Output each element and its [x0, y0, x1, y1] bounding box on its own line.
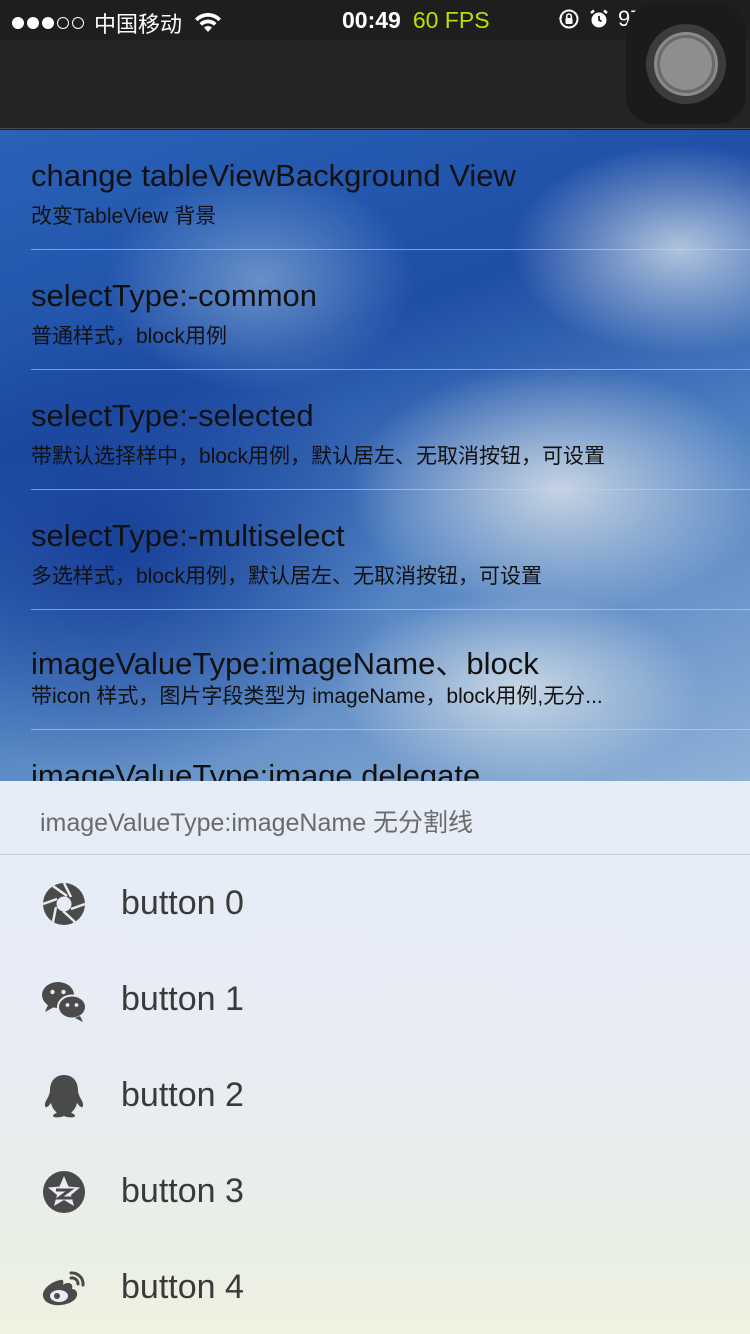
- qzone-icon: [43, 1171, 85, 1213]
- signal-dot: [72, 17, 84, 29]
- weibo-icon: [42, 1271, 85, 1306]
- clock: 00:49: [342, 7, 401, 33]
- action-sheet-button-2[interactable]: button 2: [0, 1048, 750, 1144]
- carrier-name: 中国移动: [94, 12, 183, 37]
- signal-dot: [42, 17, 54, 29]
- table-row[interactable]: selectType:-common 普通样式，block用例: [0, 250, 750, 370]
- wechat-icon: [42, 982, 87, 1022]
- table-row[interactable]: selectType:-multiselect 多选样式，block用例，默认居…: [0, 490, 750, 610]
- row-title: selectType:-multiselect: [31, 518, 345, 553]
- action-sheet-button-label: button 4: [121, 1268, 244, 1306]
- aperture-icon: [42, 882, 86, 925]
- row-title: change tableViewBackground View: [31, 158, 516, 193]
- signal-dot: [57, 17, 69, 29]
- row-subtitle: 改变TableView 背景: [31, 205, 217, 228]
- row-title: imageValueType:image delegate: [31, 758, 481, 781]
- table-view[interactable]: change tableViewBackground View 改变TableV…: [0, 130, 750, 781]
- action-sheet: imageValueType:imageName 无分割线 button 0 b…: [0, 781, 750, 1334]
- action-sheet-button-3[interactable]: button 3: [0, 1144, 750, 1240]
- signal-dot: [27, 17, 39, 29]
- signal-strength: [12, 17, 84, 29]
- row-subtitle: 带icon 样式，图片字段类型为 imageName，block用例,无分...: [31, 685, 603, 708]
- carrier-info: 中国移动: [12, 7, 222, 39]
- table-row[interactable]: change tableViewBackground View 改变TableV…: [0, 130, 750, 250]
- table-row[interactable]: imageValueType:image delegate: [0, 730, 750, 781]
- action-sheet-button-4[interactable]: button 4: [0, 1240, 750, 1334]
- row-subtitle: 普通样式，block用例: [31, 325, 228, 348]
- signal-dot: [12, 17, 24, 29]
- alarm-icon: [590, 9, 608, 28]
- fps-counter: 60 FPS: [412, 7, 490, 33]
- action-sheet-header: imageValueType:imageName 无分割线: [0, 781, 750, 855]
- action-sheet-button-0[interactable]: button 0: [0, 856, 750, 952]
- action-sheet-title: imageValueType:imageName 无分割线: [40, 809, 474, 837]
- wifi-icon: [195, 13, 222, 32]
- action-sheet-button-label: button 1: [121, 980, 244, 1018]
- table-row[interactable]: imageValueType:imageName、block 带icon 样式，…: [0, 610, 750, 730]
- action-sheet-button-1[interactable]: button 1: [0, 952, 750, 1048]
- row-title: selectType:-common: [31, 278, 317, 313]
- row-subtitle: 带默认选择样中，block用例，默认居左、无取消按钮，可设置: [31, 445, 606, 468]
- row-title: imageValueType:imageName、block: [31, 646, 539, 681]
- row-subtitle: 多选样式，block用例，默认居左、无取消按钮，可设置: [31, 565, 543, 588]
- assistive-touch-button[interactable]: [626, 4, 746, 124]
- row-title: selectType:-selected: [31, 398, 314, 433]
- rotation-lock-icon: [558, 9, 579, 29]
- action-sheet-button-label: button 3: [121, 1172, 244, 1210]
- action-sheet-button-label: button 2: [121, 1076, 244, 1114]
- assistive-touch-core: [660, 38, 712, 90]
- qq-icon: [44, 1075, 84, 1118]
- table-row[interactable]: selectType:-selected 带默认选择样中，block用例，默认居…: [0, 370, 750, 490]
- action-sheet-button-label: button 0: [121, 884, 244, 922]
